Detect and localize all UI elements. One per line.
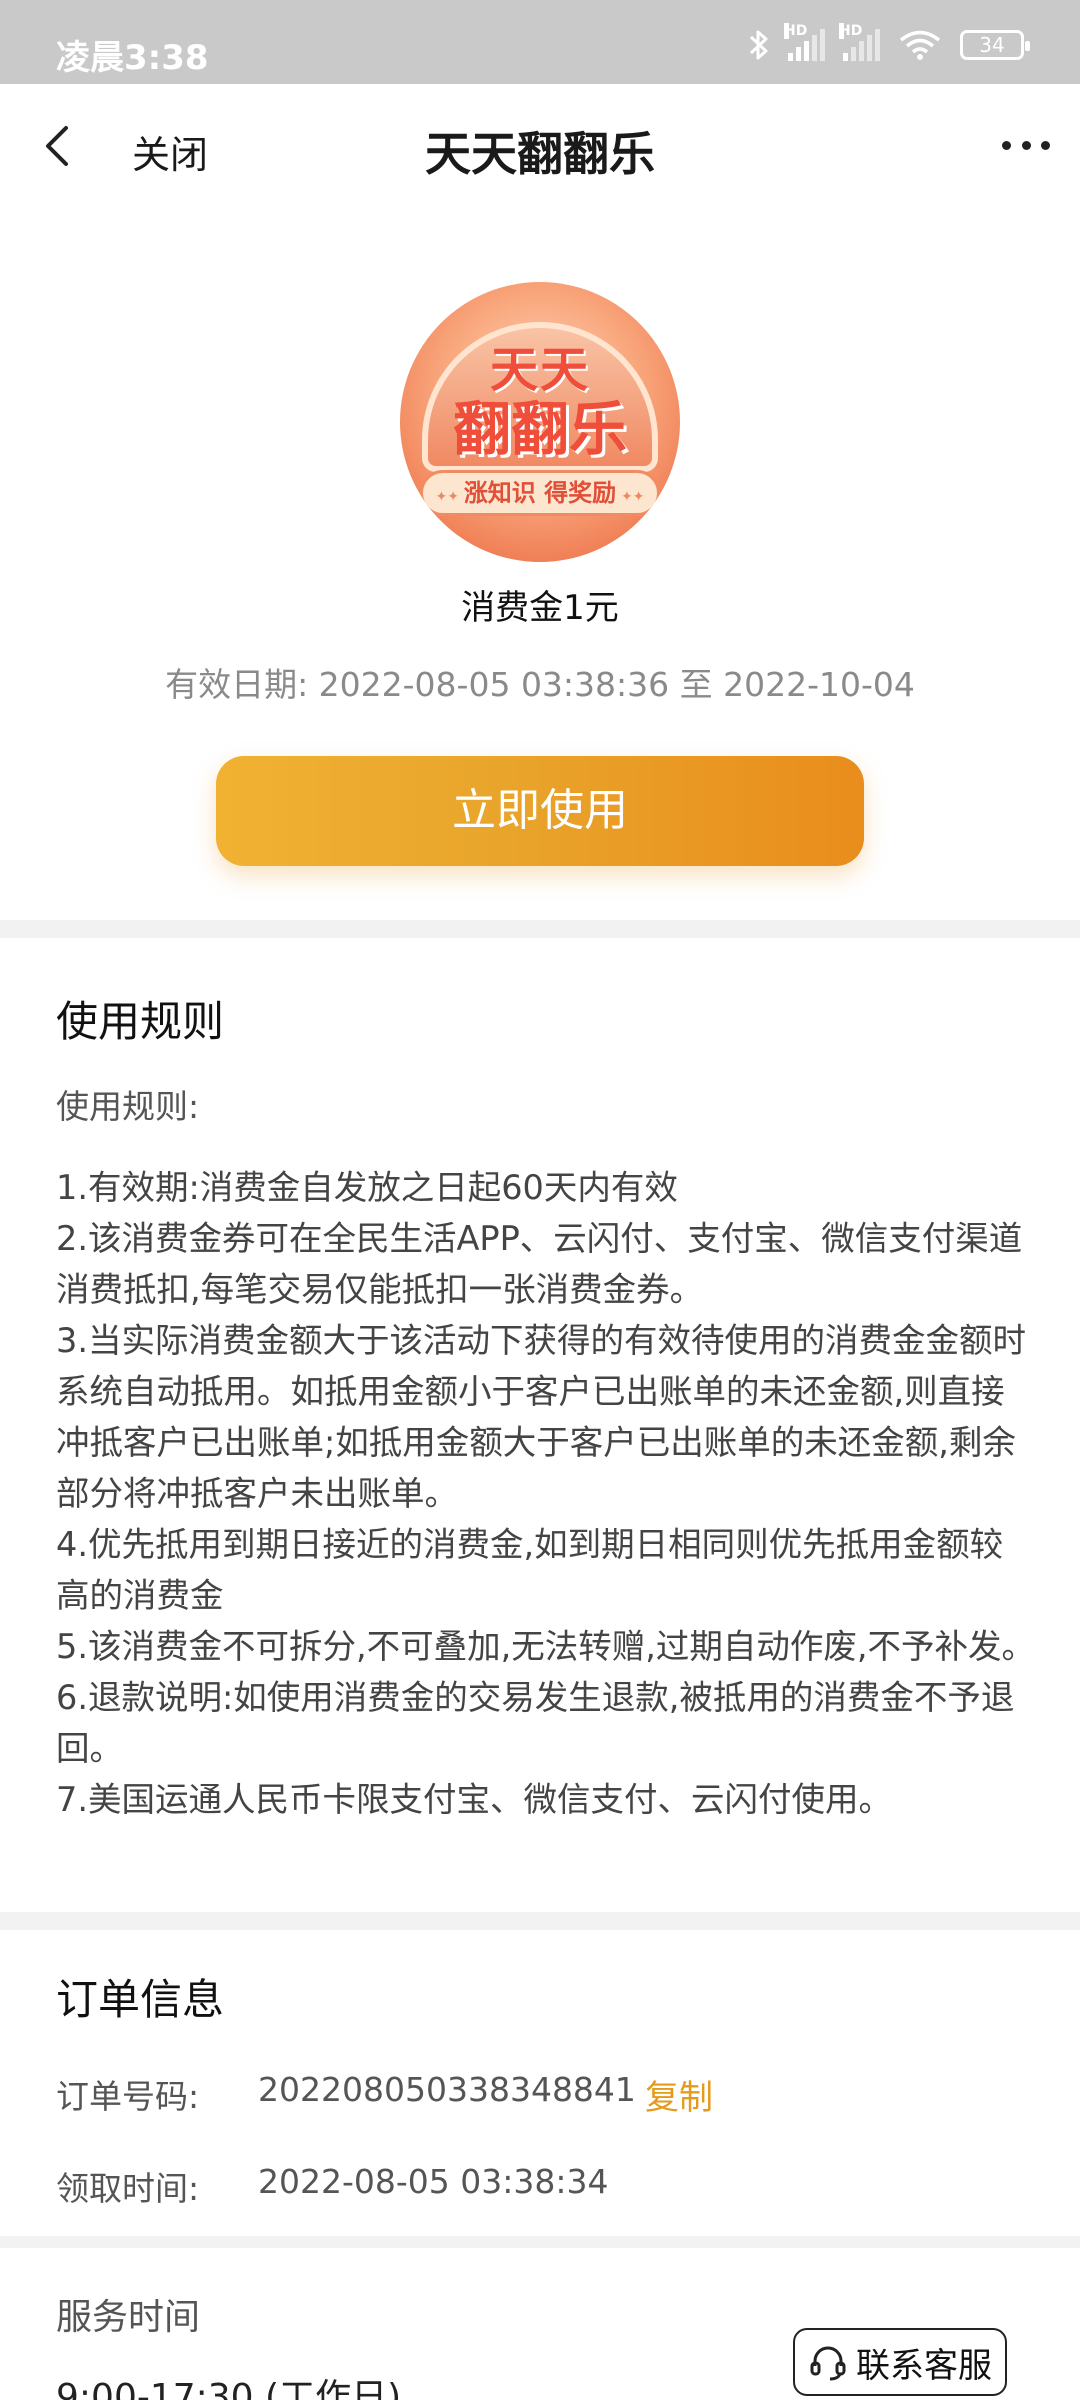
logo-ribbon-text: 涨知识 得奖励	[463, 479, 617, 507]
order-title: 订单信息	[56, 1975, 225, 2024]
coupon-name: 消费金1元	[461, 588, 619, 628]
status-bar: 凌晨3:38 HD HD 34	[0, 0, 1080, 84]
bluetooth-icon	[749, 30, 768, 60]
nav-bar: 关闭 天天翻翻乐	[0, 84, 1080, 208]
signal-hd-label: HD	[839, 23, 863, 39]
use-now-button[interactable]: 立即使用	[216, 756, 864, 866]
wifi-icon	[899, 30, 941, 60]
contact-service-label: 联系客服	[856, 2345, 992, 2386]
headset-icon	[810, 2346, 846, 2381]
status-time: 凌晨3:38	[56, 38, 209, 78]
activity-logo: 天天 翻翻乐 ✦✦ 涨知识 得奖励 ✦✦	[400, 282, 680, 562]
battery-icon: 34	[960, 30, 1030, 60]
order-number-label: 订单号码:	[56, 2077, 200, 2116]
status-icons: HD HD 34	[748, 23, 1030, 62]
rule-item: 1.有效期:消费金自发放之日起60天内有效	[56, 1168, 678, 1207]
rule-item: 3.当实际消费金额大于该活动下获得的有效待使用的消费金金额时系统自动抵用。如抵用…	[56, 1321, 1026, 1513]
page-title: 天天翻翻乐	[425, 127, 655, 181]
signal-hd-label: HD	[784, 23, 808, 39]
order-info-section: 订单信息 订单号码: 202208050338348841 复制 领取时间: 2…	[0, 1930, 1080, 2236]
validity-date: 有效日期: 2022-08-05 03:38:36 至 2022-10-04	[165, 665, 915, 704]
contact-service-button[interactable]: 联系客服	[793, 2328, 1007, 2396]
coupon-card: 天天 翻翻乐 ✦✦ 涨知识 得奖励 ✦✦ 消费金1元 有效日期: 2022-08…	[0, 208, 1080, 920]
rule-item: 5.该消费金不可拆分,不可叠加,无法转赠,过期自动作废,不予补发。	[56, 1627, 1036, 1666]
order-number-value: 202208050338348841	[258, 2070, 636, 2109]
logo-ribbon: ✦✦ 涨知识 得奖励 ✦✦	[420, 470, 660, 516]
rule-item: 6.退款说明:如使用消费金的交易发生退款,被抵用的消费金不予退回。	[56, 1678, 1015, 1768]
rule-item: 4.优先抵用到期日接近的消费金,如到期日相同则优先抵用金额较高的消费金	[56, 1525, 1004, 1615]
more-dots-icon[interactable]	[1002, 130, 1050, 160]
service-section: 服务时间 9:00-17:30 (工作日) 联系客服	[0, 2248, 1080, 2400]
logo-line-2: 翻翻乐	[452, 395, 627, 463]
rules-title: 使用规则	[56, 997, 225, 1046]
signal-icon: HD	[784, 23, 825, 61]
received-time-value: 2022-08-05 03:38:34	[258, 2162, 609, 2201]
rules-list: 1.有效期:消费金自发放之日起60天内有效 2.该消费金券可在全民生活APP、云…	[56, 1162, 1036, 1825]
copy-button[interactable]: 复制	[645, 2070, 713, 2119]
signal-icon: HD	[839, 23, 880, 61]
rules-subtitle: 使用规则:	[56, 1087, 200, 1126]
received-time-label: 领取时间:	[56, 2169, 200, 2208]
rule-item: 2.该消费金券可在全民生活APP、云闪付、支付宝、微信支付渠道消费抵扣,每笔交易…	[56, 1219, 1023, 1309]
usage-rules-section: 使用规则 使用规则: 1.有效期:消费金自发放之日起60天内有效 2.该消费金券…	[0, 938, 1080, 1912]
rule-item: 7.美国运通人民币卡限支付宝、微信支付、云闪付使用。	[56, 1780, 892, 1819]
service-hours: 9:00-17:30 (工作日)	[56, 2377, 402, 2400]
service-time-label: 服务时间	[56, 2297, 201, 2338]
